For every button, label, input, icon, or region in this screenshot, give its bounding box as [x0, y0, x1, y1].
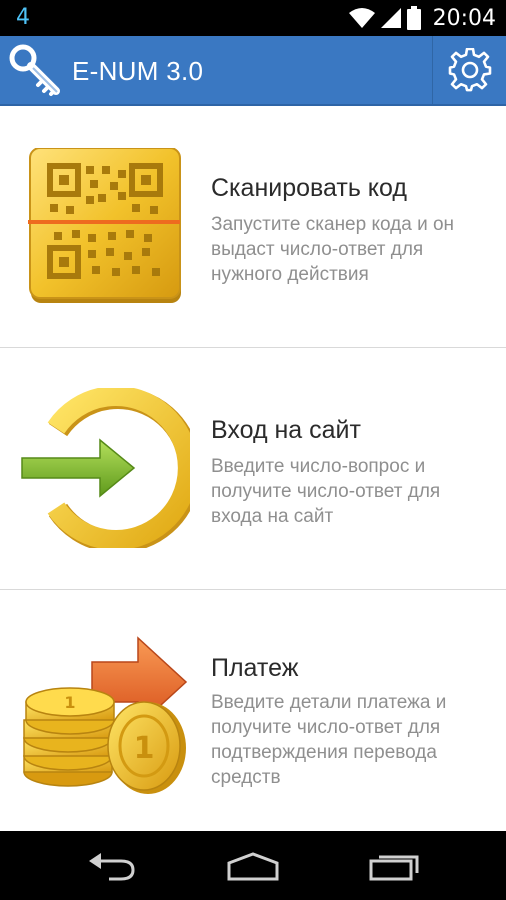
item-desc-login: Введите число-вопрос и получите число-от… — [211, 456, 441, 527]
cell-signal-icon — [380, 8, 401, 28]
back-button[interactable] — [62, 831, 162, 900]
svg-text:1: 1 — [134, 731, 155, 766]
settings-button[interactable] — [433, 36, 506, 104]
key-icon[interactable] — [8, 42, 66, 100]
list-item-scan[interactable]: Сканировать код Запустите сканер кода и … — [0, 106, 506, 348]
item-title-payment: Платеж — [211, 654, 299, 682]
recents-icon — [369, 855, 419, 880]
item-desc-scan: Запустите сканер кода и он выдаст число-… — [211, 214, 455, 285]
home-button[interactable] — [203, 831, 303, 900]
svg-text:1: 1 — [64, 693, 75, 712]
list-item-payment[interactable]: 1 1 Платеж Введите детали платежа и полу… — [0, 590, 506, 831]
item-title-login: Вход на сайт — [211, 416, 361, 444]
status-icons: 20:04 — [348, 0, 496, 36]
navigation-bar — [0, 831, 506, 900]
action-list: Сканировать код Запустите сканер кода и … — [0, 106, 506, 831]
wifi-icon — [348, 8, 375, 28]
qr-scan-icon — [28, 148, 181, 303]
recents-button[interactable] — [345, 831, 445, 900]
coins-payment-icon: 1 1 — [23, 636, 188, 794]
item-desc-payment: Введите детали платежа и получите число-… — [211, 692, 447, 788]
clock: 20:04 — [432, 5, 496, 31]
home-icon — [227, 851, 279, 880]
app-bar: E-NUM 3.0 — [0, 36, 506, 106]
status-bar: 4 20:04 — [0, 0, 506, 36]
screen: 4 20:04 E-NUM 3.0 Сканировать код Запуст… — [0, 0, 506, 900]
battery-icon — [406, 6, 421, 30]
app-title: E-NUM 3.0 — [72, 56, 204, 86]
notification-count: 4 — [16, 5, 30, 30]
list-item-login[interactable]: Вход на сайт Введите число-вопрос и полу… — [0, 348, 506, 590]
gear-icon — [448, 48, 491, 92]
item-title-scan: Сканировать код — [211, 174, 407, 202]
back-icon — [89, 852, 135, 880]
login-arrow-icon — [21, 388, 190, 548]
